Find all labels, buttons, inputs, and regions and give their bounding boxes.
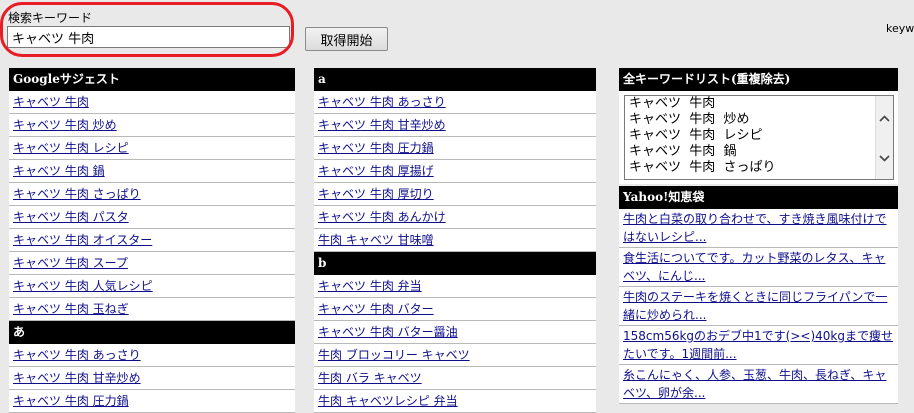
list-item: キャベツ 牛肉 厚揚げ [314, 160, 596, 183]
suggest-link[interactable]: 牛肉 ブロッコリー キャベツ [318, 348, 470, 362]
list-item: キャベツ 牛肉 パスタ [9, 206, 295, 229]
list-item: キャベツ 牛肉 厚切り [314, 183, 596, 206]
chevron-up-icon[interactable] [876, 110, 893, 127]
list-item: キャベツ 牛肉 圧力鍋 [314, 137, 596, 160]
list-item: 糸こんにゃく、人参、玉葱、牛肉、長ねぎ、キャベツ、卵が余... [619, 365, 898, 404]
suggest-link[interactable]: キャベツ 牛肉 炒め [13, 118, 117, 132]
suggest-link[interactable]: キャベツ 牛肉 圧力鍋 [13, 394, 129, 408]
qa-link[interactable]: 牛肉のステーキを焼くときに同じフライパンで一緒に炒められ... [623, 290, 887, 322]
suggest-link[interactable]: キャベツ 牛肉 あんかけ [318, 210, 446, 224]
suggest-link[interactable]: キャベツ 牛肉 バター [318, 302, 434, 316]
suggest-link[interactable]: キャベツ 牛肉 さっぱり [13, 187, 141, 201]
keyword-side-text: keyw [886, 22, 914, 35]
alpha-suggest-column: a キャベツ 牛肉 あっさり キャベツ 牛肉 甘辛炒め キャベツ 牛肉 圧力鍋 … [314, 68, 596, 413]
suggest-link[interactable]: キャベツ 牛肉 スープ [13, 256, 128, 270]
suggest-link[interactable]: キャベツ 牛肉 甘辛炒め [13, 371, 141, 385]
list-item: キャベツ 牛肉 あっさり [314, 91, 596, 114]
suggest-link[interactable]: 牛肉 キャベツレシピ 弁当 [318, 394, 458, 408]
suggest-link[interactable]: キャベツ 牛肉 レシピ [13, 141, 129, 155]
suggest-link[interactable]: 牛肉 キャベツ 甘味噌 [318, 233, 434, 247]
list-item: キャベツ 牛肉 レシピ [9, 137, 295, 160]
yahoo-header: Yahoo!知恵袋 [619, 186, 898, 209]
list-item: 牛肉のステーキを焼くときに同じフライパンで一緒に炒められ... [619, 287, 898, 326]
suggest-link[interactable]: キャベツ 牛肉 玉ねぎ [13, 302, 129, 316]
section-b-header: b [314, 252, 596, 275]
list-item: 158cm56kgのおデブ中1です(><)40kgまで痩せたいです。1週間前..… [619, 326, 898, 365]
keyword-list-item[interactable]: キャベツ 牛肉 さっぱり [625, 160, 893, 176]
chevron-down-icon[interactable] [876, 150, 893, 167]
suggest-link[interactable]: キャベツ 牛肉 オイスター [13, 233, 152, 247]
list-item: キャベツ 牛肉 炒め [9, 114, 295, 137]
list-item: キャベツ 牛肉 あっさり [9, 344, 295, 367]
qa-link[interactable]: 食生活についてです。カット野菜のレタス、キャベツ、にんじ... [623, 251, 885, 283]
suggest-link[interactable]: キャベツ 牛肉 あっさり [318, 95, 446, 109]
list-item: 牛肉 キャベツレシピ 弁当 [314, 390, 596, 413]
scrollbar[interactable] [875, 96, 893, 179]
all-keywords-header: 全キーワードリスト(重複除去) [619, 68, 898, 91]
list-item: キャベツ 牛肉 甘辛炒め [9, 367, 295, 390]
keyword-list-item[interactable]: キャベツ 牛肉 鍋 [625, 144, 893, 160]
qa-link[interactable]: 牛肉と白菜の取り合わせで、すき焼き風味付けではないレシピ... [623, 212, 887, 244]
list-item: キャベツ 牛肉 スープ [9, 252, 295, 275]
all-keywords-listbox[interactable]: キャベツ 牛肉 キャベツ 牛肉 炒め キャベツ 牛肉 レシピ キャベツ 牛肉 鍋… [624, 95, 894, 180]
suggest-link[interactable]: キャベツ 牛肉 厚揚げ [318, 164, 434, 178]
suggest-link[interactable]: キャベツ 牛肉 バター醤油 [318, 325, 458, 339]
list-item: キャベツ 牛肉 さっぱり [9, 183, 295, 206]
list-item: キャベツ 牛肉 人気レシピ [9, 275, 295, 298]
qa-link[interactable]: 糸こんにゃく、人参、玉葱、牛肉、長ねぎ、キャベツ、卵が余... [623, 368, 886, 400]
list-item: キャベツ 牛肉 甘辛炒め [314, 114, 596, 137]
list-item: キャベツ 牛肉 圧力鍋 [9, 390, 295, 413]
suggest-link[interactable]: キャベツ 牛肉 人気レシピ [13, 279, 153, 293]
list-item: キャベツ 牛肉 鍋 [9, 160, 295, 183]
suggest-link[interactable]: キャベツ 牛肉 パスタ [13, 210, 129, 224]
keyword-list-item[interactable]: キャベツ 牛肉 レシピ [625, 128, 893, 144]
list-item: 牛肉 バラ キャベツ [314, 367, 596, 390]
suggest-link[interactable]: キャベツ 牛肉 圧力鍋 [318, 141, 434, 155]
google-suggest-header: Googleサジェスト [9, 68, 295, 91]
google-suggest-column: Googleサジェスト キャベツ 牛肉 キャベツ 牛肉 炒め キャベツ 牛肉 レ… [9, 68, 295, 413]
all-keywords-panel: キャベツ 牛肉 キャベツ 牛肉 炒め キャベツ 牛肉 レシピ キャベツ 牛肉 鍋… [619, 91, 898, 184]
list-item: キャベツ 牛肉 玉ねぎ [9, 298, 295, 321]
section-a-header: a [314, 68, 596, 91]
suggest-link[interactable]: キャベツ 牛肉 [13, 95, 89, 109]
list-item: キャベツ 牛肉 [9, 91, 295, 114]
search-label: 検索キーワード [8, 11, 93, 25]
search-input[interactable] [7, 26, 290, 48]
section-a-jp-header: あ [9, 321, 295, 344]
suggest-link[interactable]: キャベツ 牛肉 弁当 [318, 279, 422, 293]
suggest-link[interactable]: キャベツ 牛肉 甘辛炒め [318, 118, 446, 132]
list-item: キャベツ 牛肉 あんかけ [314, 206, 596, 229]
list-item: キャベツ 牛肉 バター [314, 298, 596, 321]
list-item: キャベツ 牛肉 弁当 [314, 275, 596, 298]
list-item: 牛肉と白菜の取り合わせで、すき焼き風味付けではないレシピ... [619, 209, 898, 248]
suggest-link[interactable]: キャベツ 牛肉 あっさり [13, 348, 141, 362]
start-button[interactable]: 取得開始 [305, 27, 388, 51]
list-item: キャベツ 牛肉 バター醤油 [314, 321, 596, 344]
list-item: キャベツ 牛肉 オイスター [9, 229, 295, 252]
keyword-list-item[interactable]: キャベツ 牛肉 [625, 96, 893, 112]
list-item: 食生活についてです。カット野菜のレタス、キャベツ、にんじ... [619, 248, 898, 287]
suggest-link[interactable]: キャベツ 牛肉 鍋 [13, 164, 105, 178]
list-item: 牛肉 キャベツ 甘味噌 [314, 229, 596, 252]
list-item: 牛肉 ブロッコリー キャベツ [314, 344, 596, 367]
suggest-link[interactable]: 牛肉 バラ キャベツ [318, 371, 422, 385]
keyword-list-column: 全キーワードリスト(重複除去) キャベツ 牛肉 キャベツ 牛肉 炒め キャベツ … [619, 68, 898, 404]
keyword-list-item[interactable]: キャベツ 牛肉 炒め [625, 112, 893, 128]
qa-link[interactable]: 158cm56kgのおデブ中1です(><)40kgまで痩せたいです。1週間前..… [623, 329, 893, 361]
suggest-link[interactable]: キャベツ 牛肉 厚切り [318, 187, 434, 201]
